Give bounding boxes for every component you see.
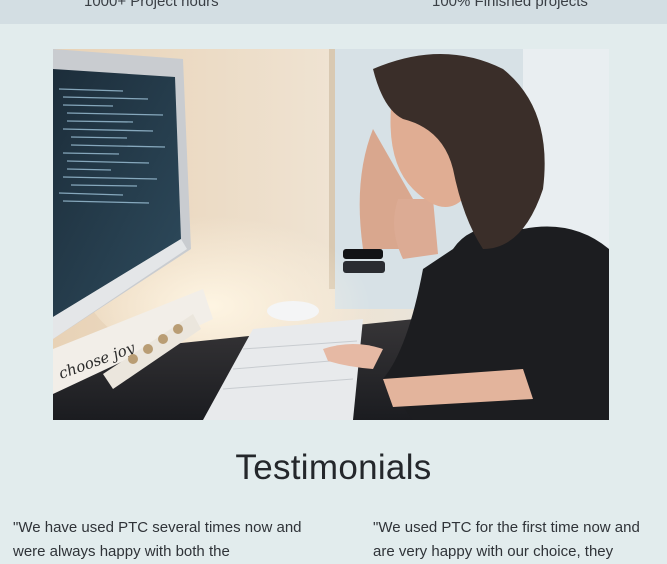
testimonial-quote: "We have used PTC several times now and … [13, 519, 302, 560]
hero-photo: choose joy [53, 49, 609, 420]
stat-project-hours: 1000+ Project hours [84, 0, 219, 10]
stats-bar: 1000+ Project hours 100% Finished projec… [0, 0, 667, 24]
hero-image: choose joy [53, 49, 609, 420]
stat-finished-projects: 100% Finished projects [432, 0, 588, 10]
testimonials-title: Testimonials [235, 448, 432, 487]
testimonial-quote: "We used PTC for the first time now and … [373, 519, 640, 560]
